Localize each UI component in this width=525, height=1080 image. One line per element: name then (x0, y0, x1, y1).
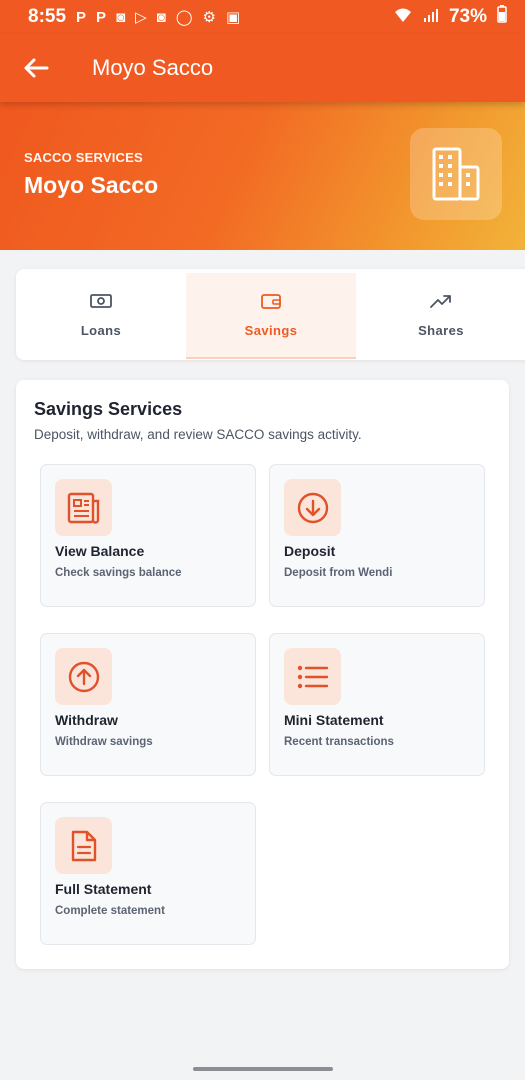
wallet-icon (261, 291, 281, 311)
wifi-icon (393, 7, 413, 27)
back-button[interactable] (0, 34, 72, 102)
battery-icon (497, 5, 507, 29)
service-subtitle: Check savings balance (55, 567, 182, 579)
section-description: Deposit, withdraw, and review SACCO savi… (34, 427, 362, 442)
service-subtitle: Recent transactions (284, 736, 394, 748)
hero-title: Moyo Sacco (24, 172, 159, 198)
hero-subtitle: SACCO SERVICES (24, 150, 143, 165)
status-bar: 8:55 P P ◙ ▷ ◙ ◯ ⚙ ▣ 73% (0, 0, 525, 34)
arrow-up-circle-icon (55, 648, 112, 705)
list-icon (284, 648, 341, 705)
system-nav-bar (0, 1058, 525, 1080)
notification-icon: ▷ (135, 9, 147, 26)
service-title: Deposit (284, 543, 336, 559)
view-balance-card[interactable]: View Balance Check savings balance (40, 464, 256, 607)
tab-bar: Loans Savings Shares (16, 269, 525, 360)
gear-icon: ⚙ (202, 9, 216, 26)
service-subtitle: Withdraw savings (55, 736, 153, 748)
building-icon (410, 128, 502, 220)
section-title: Savings Services (34, 399, 183, 419)
signal-icon (423, 7, 439, 27)
notification-icon: ◙ (116, 8, 126, 26)
service-subtitle: Deposit from Wendi (284, 567, 393, 579)
notification-icon: ◙ (156, 8, 166, 26)
newspaper-icon (55, 479, 112, 536)
app-bar: Moyo Sacco (0, 34, 525, 102)
withdraw-card[interactable]: Withdraw Withdraw savings (40, 633, 256, 776)
arrow-left-icon (24, 58, 49, 78)
service-title: Full Statement (55, 881, 152, 897)
hero-banner: SACCO SERVICES Moyo Sacco (0, 102, 525, 250)
parking-icon: P (96, 8, 107, 26)
cash-icon (90, 291, 112, 311)
tab-label: Shares (418, 323, 464, 338)
tab-label: Savings (244, 323, 298, 338)
service-title: View Balance (55, 543, 145, 559)
mini-statement-card[interactable]: Mini Statement Recent transactions (269, 633, 485, 776)
trending-up-icon (430, 291, 452, 311)
tab-label: Loans (80, 323, 122, 338)
battery-percent: 73% (448, 6, 487, 27)
tab-shares[interactable]: Shares (356, 269, 525, 360)
deposit-card[interactable]: Deposit Deposit from Wendi (269, 464, 485, 607)
service-title: Withdraw (55, 712, 118, 728)
whatsapp-icon: ◯ (175, 9, 193, 26)
home-gesture-handle[interactable] (193, 1067, 333, 1071)
arrow-down-circle-icon (284, 479, 341, 536)
tab-savings[interactable]: Savings (186, 273, 356, 359)
parking-icon: P (76, 8, 87, 26)
full-statement-card[interactable]: Full Statement Complete statement (40, 802, 256, 945)
status-time: 8:55 (28, 6, 67, 27)
service-title: Mini Statement (284, 712, 384, 728)
image-icon: ▣ (225, 9, 241, 26)
app-title: Moyo Sacco (92, 55, 214, 80)
document-icon (55, 817, 112, 874)
service-subtitle: Complete statement (55, 905, 165, 917)
tab-loans[interactable]: Loans (16, 269, 186, 360)
savings-services-card: Savings Services Deposit, withdraw, and … (16, 380, 509, 969)
